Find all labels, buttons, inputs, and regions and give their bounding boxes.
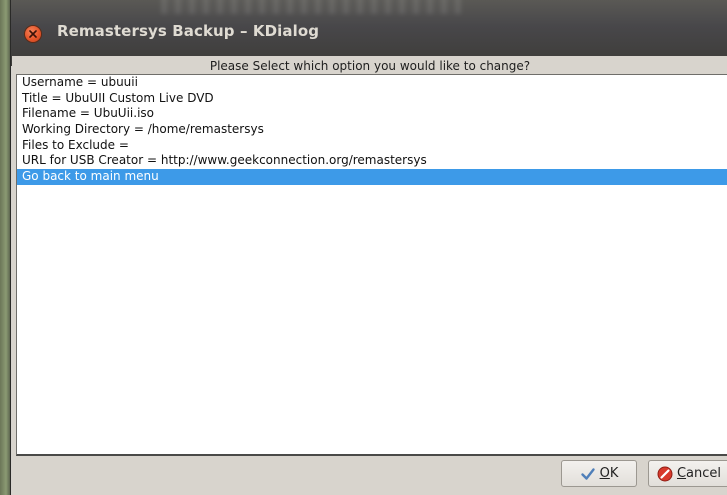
list-item[interactable]: URL for USB Creator = http://www.geekcon… <box>17 153 727 169</box>
close-button[interactable] <box>25 26 41 42</box>
dialog-prompt: Please Select which option you would lik… <box>209 59 531 73</box>
cancel-label: Cancel <box>676 466 722 481</box>
list-item[interactable]: Working Directory = /home/remastersys <box>17 122 727 138</box>
window-title: Remastersys Backup – KDialog <box>57 22 320 40</box>
dialog-window: Remastersys Backup – KDialog Please Sele… <box>10 0 727 495</box>
ok-button[interactable]: OK <box>561 460 637 487</box>
close-icon <box>29 30 37 38</box>
cancel-button[interactable]: Cancel <box>648 460 727 487</box>
no-entry-icon <box>657 466 673 481</box>
list-item[interactable]: Files to Exclude = <box>17 138 727 154</box>
ok-label: OK <box>599 466 619 481</box>
list-item[interactable]: Username = ubuuii <box>17 75 727 91</box>
background-window-title-blur <box>161 0 461 14</box>
checkmark-icon <box>580 467 595 480</box>
options-list[interactable]: Username = ubuuii Title = UbuUII Custom … <box>16 74 727 456</box>
list-item[interactable]: Title = UbuUII Custom Live DVD <box>17 91 727 107</box>
list-item-selected[interactable]: Go back to main menu <box>17 169 727 185</box>
dialog-body: Please Select which option you would lik… <box>12 56 727 495</box>
list-item[interactable]: Filename = UbuUii.iso <box>17 106 727 122</box>
